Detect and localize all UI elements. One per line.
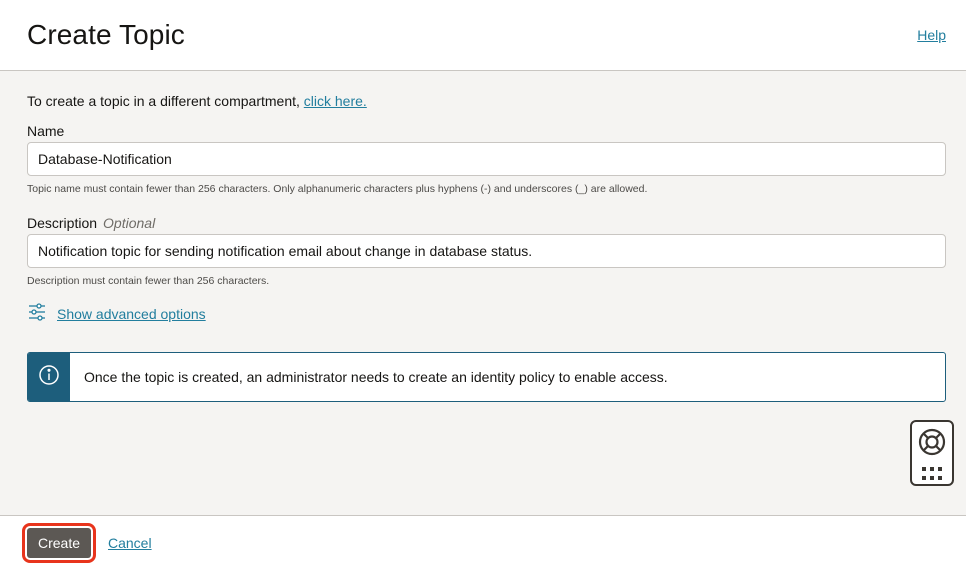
info-message: Once the topic is created, an administra… xyxy=(84,369,668,385)
show-advanced-options[interactable]: Show advanced options xyxy=(27,302,206,327)
compartment-intro: To create a topic in a different compart… xyxy=(27,93,367,109)
form-footer: Create Cancel xyxy=(0,515,966,566)
sliders-icon xyxy=(27,302,47,327)
description-field[interactable] xyxy=(27,234,946,268)
description-label-text: Description xyxy=(27,215,98,231)
advanced-options-label: Show advanced options xyxy=(57,306,206,322)
info-stripe xyxy=(28,353,70,401)
description-hint: Description must contain fewer than 256 … xyxy=(27,275,270,287)
form-panel: To create a topic in a different compart… xyxy=(0,71,966,515)
name-label-text: Name xyxy=(27,123,65,139)
name-field[interactable] xyxy=(27,142,946,176)
grid-dots-icon xyxy=(921,466,943,487)
cancel-link[interactable]: Cancel xyxy=(108,535,152,551)
info-icon xyxy=(38,364,60,391)
create-button[interactable]: Create xyxy=(22,523,96,563)
help-link[interactable]: Help xyxy=(917,27,946,43)
help-widget[interactable] xyxy=(910,420,954,486)
intro-text: To create a topic in a different compart… xyxy=(27,93,300,109)
lifebuoy-icon xyxy=(917,427,947,462)
name-hint: Topic name must contain fewer than 256 c… xyxy=(27,183,648,195)
click-here-link[interactable]: click here. xyxy=(304,93,367,109)
description-label: Description Optional xyxy=(27,215,155,231)
info-alert: Once the topic is created, an administra… xyxy=(27,352,946,402)
optional-tag: Optional xyxy=(103,215,156,231)
page-header: Create Topic Help xyxy=(0,0,966,71)
name-label: Name xyxy=(27,123,64,139)
page-title: Create Topic xyxy=(27,19,185,50)
